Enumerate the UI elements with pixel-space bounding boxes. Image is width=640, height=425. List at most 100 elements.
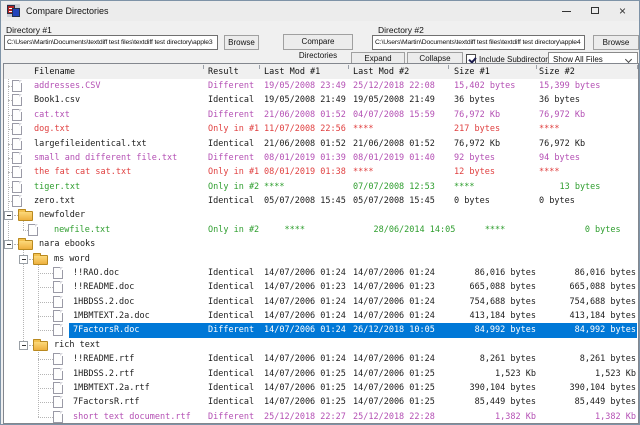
- cell-result: Identical: [208, 194, 260, 208]
- cell-result: Identical: [208, 381, 260, 395]
- close-button[interactable]: ×: [610, 1, 639, 21]
- cell-size-2: 85,449 bytes: [539, 395, 636, 409]
- file-name: Book1.csv: [34, 93, 80, 107]
- table-row[interactable]: !!README.docIdentical14/07/2006 01:2314/…: [4, 280, 638, 294]
- file-name: 7FactorsR.doc: [73, 323, 140, 337]
- file-icon: [53, 296, 63, 308]
- cell-last-mod-2: 25/12/2018 22:08: [353, 79, 451, 93]
- file-name: zero.txt: [34, 194, 75, 208]
- file-icon: [12, 138, 22, 150]
- column-header[interactable]: Size #1: [454, 67, 490, 78]
- column-separator: [203, 65, 204, 69]
- table-row[interactable]: 1MBMTEXT.2a.docIdentical14/07/2006 01:24…: [4, 309, 638, 323]
- cell-size-2: 36 bytes: [539, 93, 636, 107]
- cell-size-1: ****: [454, 180, 536, 194]
- cell-last-mod-2: 04/07/2008 15:59: [353, 108, 451, 122]
- table-row[interactable]: dog.txtOnly in #111/07/2008 22:56****217…: [4, 122, 638, 136]
- table-row[interactable]: the fat cat sat.txtOnly in #108/01/2019 …: [4, 165, 638, 179]
- cell-last-mod-1: 14/07/2006 01:24: [264, 323, 350, 337]
- table-row[interactable]: newfolder: [4, 208, 638, 222]
- cell-size-1: 36 bytes: [454, 93, 536, 107]
- cell-size-2: 84,992 bytes: [539, 323, 636, 337]
- file-name: small and different file.txt: [34, 151, 177, 165]
- file-name: 1HBDSS.2.rtf: [73, 367, 134, 381]
- table-row[interactable]: 1MBMTEXT.2a.rtf Identical 14/07/2006 01:25…: [4, 381, 638, 395]
- cell-size-1: ****: [454, 223, 536, 237]
- cell-last-mod-1: ****: [264, 180, 350, 194]
- table-row[interactable]: !!README.rtfIdentical14/07/2006 01:2414/…: [4, 352, 638, 366]
- cell-size-2: 0 bytes: [539, 223, 636, 237]
- cell-size-1: 217 bytes: [454, 122, 536, 136]
- table-row[interactable]: addresses.CSVDifferent19/05/2008 23:4925…: [4, 79, 638, 93]
- file-name: largefileidentical.txt: [34, 137, 147, 151]
- tree-line: [38, 417, 53, 418]
- tree-line: [38, 359, 53, 360]
- cell-result: Different: [208, 79, 260, 93]
- app-icon: [7, 4, 20, 17]
- cell-size-2: 1,523 Kb: [539, 367, 636, 381]
- table-row[interactable]: !!RAO.docIdentical14/07/2006 01:2414/07/…: [4, 266, 638, 280]
- cell-result: Different: [208, 151, 260, 165]
- cell-result: Identical: [208, 309, 260, 323]
- cell-size-1: 76,972 Kb: [454, 108, 536, 122]
- file-icon: [12, 152, 22, 164]
- table-row[interactable]: 1HBDSS.2.docIdentical14/07/2006 01:2414/…: [4, 295, 638, 309]
- tree-expander[interactable]: [19, 341, 28, 350]
- file-name: tiger.txt: [34, 180, 80, 194]
- cell-last-mod-1: 25/12/2018 22:27: [264, 410, 350, 423]
- directory1-path-input[interactable]: [4, 35, 218, 50]
- column-header[interactable]: Filename: [34, 67, 75, 78]
- column-separator: [536, 65, 537, 69]
- tree-expander[interactable]: [4, 211, 13, 220]
- compare-directories-button[interactable]: Compare Directories: [283, 34, 353, 50]
- directory2-path-input[interactable]: [372, 35, 585, 50]
- column-header[interactable]: Size #2: [539, 67, 575, 78]
- cell-last-mod-1: 05/07/2008 15:45: [264, 194, 350, 208]
- table-row[interactable]: 7FactorsR.docDifferent14/07/2006 01:2426…: [4, 323, 638, 337]
- table-row[interactable]: small and different file.txt Different 08/…: [4, 151, 638, 165]
- table-row[interactable]: cat.txtDifferent21/06/2008 01:5204/07/20…: [4, 108, 638, 122]
- cell-result: Identical: [208, 266, 260, 280]
- table-row[interactable]: Book1.csvIdentical19/05/2008 21:4919/05/…: [4, 93, 638, 107]
- cell-size-1: 8,261 bytes: [454, 352, 536, 366]
- cell-last-mod-1: 14/07/2006 01:25: [264, 381, 350, 395]
- table-row[interactable]: 7FactorsR.rtfIdentical14/07/2006 01:2514…: [4, 395, 638, 409]
- browse1-button[interactable]: Browse: [224, 35, 259, 50]
- maximize-button[interactable]: [581, 1, 610, 21]
- window-title: Compare Directories: [26, 6, 109, 16]
- table-row[interactable]: short text document.rtfDifferent25/12/20…: [4, 410, 638, 423]
- minimize-button[interactable]: [552, 1, 581, 21]
- table-row[interactable]: zero.txtIdentical05/07/2008 15:4505/07/2…: [4, 194, 638, 208]
- cell-result: Only in #1: [208, 122, 260, 136]
- cell-size-2: 754,688 bytes: [539, 295, 636, 309]
- cell-last-mod-2: 19/05/2008 21:49: [353, 93, 451, 107]
- tree-line: [38, 402, 53, 403]
- table-row[interactable]: rich text: [4, 338, 638, 352]
- column-header[interactable]: Last Mod #2: [353, 67, 409, 78]
- column-separator: [448, 65, 449, 69]
- tree-expander[interactable]: [4, 240, 13, 249]
- file-icon: [12, 109, 22, 121]
- table-row[interactable]: tiger.txtOnly in #2****07/07/2008 12:53*…: [4, 180, 638, 194]
- file-icon: [12, 94, 22, 106]
- column-header[interactable]: Result: [208, 67, 239, 78]
- cell-last-mod-1: 08/01/2019 01:38: [264, 165, 350, 179]
- table-row[interactable]: ms word: [4, 252, 638, 266]
- cell-last-mod-1: 08/01/2019 01:39: [264, 151, 350, 165]
- cell-result: Only in #2: [208, 180, 260, 194]
- close-icon: ×: [619, 4, 626, 18]
- cell-result: Identical: [208, 367, 260, 381]
- tree-line: [38, 287, 53, 288]
- table-row[interactable]: nara ebooks: [4, 237, 638, 251]
- tree-expander[interactable]: [19, 255, 28, 264]
- cell-size-2: ****: [539, 122, 636, 136]
- table-row[interactable]: 1HBDSS.2.rtfIdentical14/07/2006 01:2514/…: [4, 367, 638, 381]
- cell-size-2: 76,972 Kb: [539, 108, 636, 122]
- file-name: cat.txt: [34, 108, 70, 122]
- cell-size-1: 92 bytes: [454, 151, 536, 165]
- browse2-button[interactable]: Browse: [593, 35, 639, 50]
- table-row[interactable]: largefileidentical.txtIdentical21/06/200…: [4, 137, 638, 151]
- file-name: 1MBMTEXT.2a.rtf: [73, 381, 150, 395]
- column-header[interactable]: Last Mod #1: [264, 67, 320, 78]
- table-row[interactable]: newfile.txtOnly in #2 **** 28/06/2014 14…: [4, 223, 638, 237]
